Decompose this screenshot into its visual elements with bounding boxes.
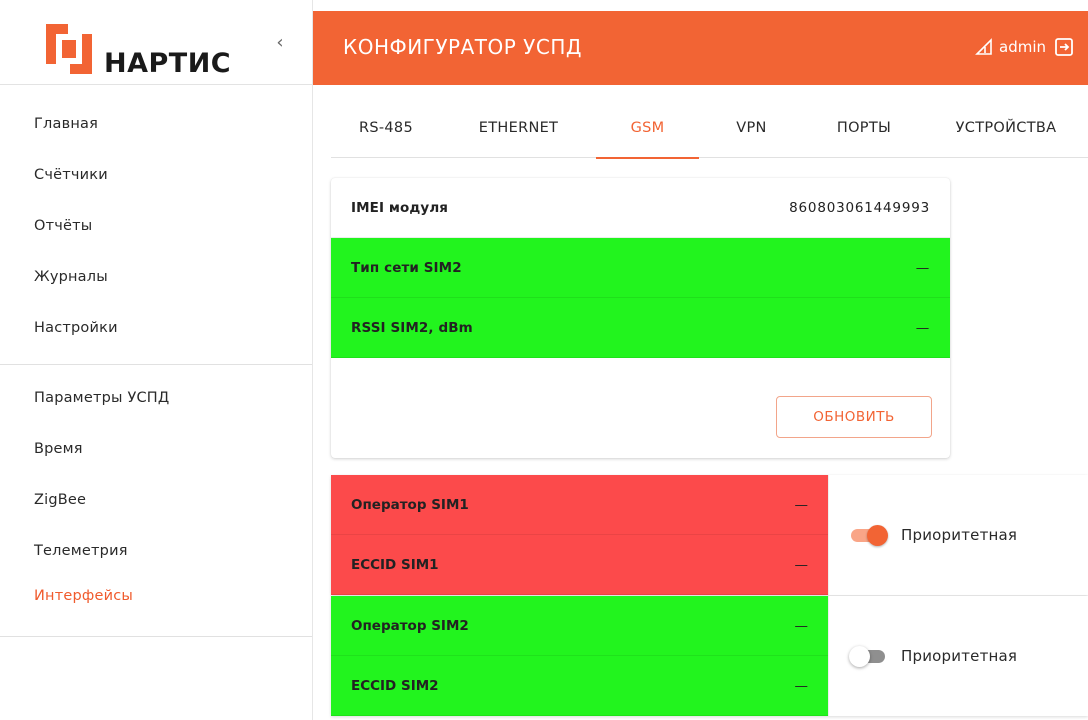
collapse-sidebar-button[interactable]: ‹ bbox=[272, 32, 288, 54]
imei-value: 860803061449993 bbox=[789, 199, 930, 216]
sidebar-item-meters[interactable]: Счётчики bbox=[0, 150, 312, 201]
sidebar-item-interfaces[interactable]: Интерфейсы bbox=[0, 577, 312, 628]
sim2-eccid-row: ECCID SIM2 — bbox=[331, 656, 828, 716]
user-area: admin bbox=[975, 37, 1074, 57]
nav-divider bbox=[0, 636, 312, 637]
sim1-operator-label: Оператор SIM1 bbox=[351, 496, 469, 513]
sim1-block: Оператор SIM1 — ECCID SIM1 — Приоритетна… bbox=[331, 475, 1088, 595]
sim1-eccid-row: ECCID SIM1 — bbox=[331, 535, 828, 595]
sidebar: НАРТИС ‹ Главная Счётчики Отчёты Журналы… bbox=[0, 0, 313, 720]
rssi-value: — bbox=[915, 319, 930, 336]
sim1-operator-row: Оператор SIM1 — bbox=[331, 475, 828, 535]
imei-row: IMEI модуля 860803061449993 bbox=[331, 178, 950, 238]
sidebar-item-zigbee[interactable]: ZigBee bbox=[0, 475, 312, 526]
sim2-eccid-value: — bbox=[794, 677, 809, 694]
refresh-button[interactable]: ОБНОВИТЬ bbox=[776, 396, 932, 438]
sim2-operator-label: Оператор SIM2 bbox=[351, 617, 469, 634]
logout-icon[interactable] bbox=[1054, 37, 1074, 57]
sidebar-item-uspd-params[interactable]: Параметры УСПД bbox=[0, 373, 312, 424]
app-header: КОНФИГУРАТОР УСПД admin bbox=[313, 11, 1088, 85]
tab-ethernet[interactable]: ETHERNET bbox=[441, 112, 596, 158]
network-type-value: — bbox=[915, 259, 930, 276]
brand-name: НАРТИС bbox=[104, 48, 232, 79]
sim2-info: Оператор SIM2 — ECCID SIM2 — bbox=[331, 596, 828, 716]
sim1-eccid-label: ECCID SIM1 bbox=[351, 556, 439, 573]
sim2-operator-value: — bbox=[794, 617, 809, 634]
sidebar-item-telemetry[interactable]: Телеметрия bbox=[0, 526, 312, 577]
nartis-logo-icon bbox=[46, 24, 92, 74]
sidebar-item-reports[interactable]: Отчёты bbox=[0, 201, 312, 252]
network-type-label: Тип сети SIM2 bbox=[351, 259, 462, 276]
tab-gsm[interactable]: GSM bbox=[596, 112, 699, 159]
page-title: КОНФИГУРАТОР УСПД bbox=[343, 35, 582, 59]
tab-rs485[interactable]: RS-485 bbox=[331, 112, 441, 158]
tab-vpn[interactable]: VPN bbox=[699, 112, 804, 158]
sim1-operator-value: — bbox=[794, 496, 809, 513]
sim2-eccid-label: ECCID SIM2 bbox=[351, 677, 439, 694]
sim1-priority: Приоритетная bbox=[828, 475, 1088, 595]
rssi-sim2-row: RSSI SIM2, dBm — bbox=[331, 298, 950, 358]
sim1-priority-toggle[interactable] bbox=[849, 524, 889, 546]
sim2-priority: Приоритетная bbox=[828, 596, 1088, 716]
sim2-priority-toggle[interactable] bbox=[849, 645, 889, 667]
network-type-sim2-row: Тип сети SIM2 — bbox=[331, 238, 950, 298]
sim1-info: Оператор SIM1 — ECCID SIM1 — bbox=[331, 475, 828, 595]
sim1-eccid-value: — bbox=[794, 556, 809, 573]
sidebar-item-settings[interactable]: Настройки bbox=[0, 303, 312, 354]
sidebar-item-home[interactable]: Главная bbox=[0, 99, 312, 150]
signal-edit-icon bbox=[975, 38, 992, 55]
username[interactable]: admin bbox=[999, 38, 1046, 56]
nav-group-device: Параметры УСПД Время ZigBee Телеметрия И… bbox=[0, 365, 312, 636]
imei-label: IMEI модуля bbox=[351, 199, 449, 216]
sim1-priority-label: Приоритетная bbox=[901, 526, 1018, 544]
gsm-info-card: IMEI модуля 860803061449993 Тип сети SIM… bbox=[331, 178, 950, 458]
logo-area: НАРТИС ‹ bbox=[0, 0, 312, 85]
sidebar-item-time[interactable]: Время bbox=[0, 424, 312, 475]
sidebar-item-journals[interactable]: Журналы bbox=[0, 252, 312, 303]
tab-devices[interactable]: УСТРОЙСТВА bbox=[924, 112, 1088, 158]
interface-tabs: RS-485 ETHERNET GSM VPN ПОРТЫ УСТРОЙСТВА bbox=[331, 112, 1088, 159]
chevron-left-icon: ‹ bbox=[276, 32, 284, 53]
sim2-operator-row: Оператор SIM2 — bbox=[331, 596, 828, 656]
rssi-label: RSSI SIM2, dBm bbox=[351, 319, 473, 336]
sim2-block: Оператор SIM2 — ECCID SIM2 — Приоритетна… bbox=[331, 596, 1088, 716]
nav-group-main: Главная Счётчики Отчёты Журналы Настройк… bbox=[0, 85, 312, 364]
sim2-priority-label: Приоритетная bbox=[901, 647, 1018, 665]
tab-ports[interactable]: ПОРТЫ bbox=[804, 112, 924, 158]
